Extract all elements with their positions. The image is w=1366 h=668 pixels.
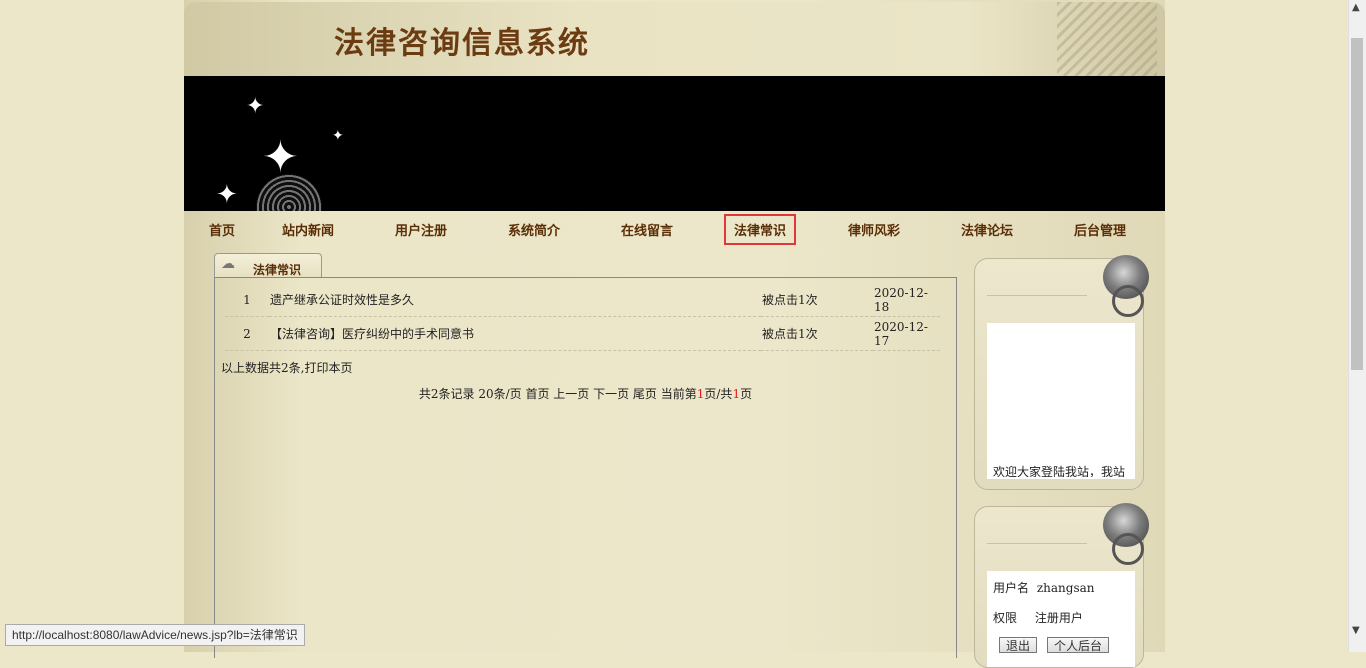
page-container: 法律咨询信息系统 ✦ ✦ ✦ ✦ 首页 站内新闻 用户注册 系统简介 在线留言 … — [184, 0, 1165, 668]
main-nav: 首页 站内新闻 用户注册 系统简介 在线留言 法律常识 律师风彩 法律论坛 后台… — [184, 214, 1165, 245]
publish-date: 2020-12-17 — [873, 316, 940, 351]
nav-admin[interactable]: 后台管理 — [1074, 220, 1126, 239]
username-label: 用户名 — [993, 581, 1030, 595]
section-tab: ☁ 法律常识 — [214, 253, 322, 278]
site-header: 法律咨询信息系统 — [184, 2, 1165, 76]
nav-legal-knowledge[interactable]: 法律常识 — [723, 214, 797, 245]
nav-lawyer-showcase[interactable]: 律师风彩 — [848, 220, 900, 239]
pager-text: 页 — [740, 387, 753, 401]
records-summary[interactable]: 以上数据共2条,打印本页 — [221, 359, 352, 376]
announcement-panel: 欢迎大家登陆我站，我站 — [974, 255, 1149, 490]
door-knocker-icon — [1103, 503, 1149, 565]
role-label: 权限 — [993, 611, 1018, 625]
pager-text: 页/共 — [704, 387, 733, 401]
nav-system-intro[interactable]: 系统简介 — [508, 220, 560, 239]
news-table: 1 遗产继承公证时效性是多久 被点击1次 2020-12-18 2 【法律咨询】… — [225, 283, 940, 351]
role-value: 注册用户 — [1034, 611, 1083, 625]
nav-home[interactable]: 首页 — [209, 220, 235, 239]
pager-text[interactable]: 共2条记录 20条/页 首页 上一页 下一页 尾页 当前第 — [419, 387, 697, 401]
pager-total-pages: 1 — [732, 387, 741, 401]
username-value: zhangsan — [1036, 581, 1095, 595]
news-title-link[interactable]: 【法律咨询】医疗纠纷中的手术同意书 — [269, 316, 761, 351]
nav-register[interactable]: 用户注册 — [395, 220, 447, 239]
status-bar-url: http://localhost:8080/lawAdvice/news.jsp… — [5, 624, 305, 646]
click-count: 被点击1次 — [761, 316, 873, 351]
announcement-text: 欢迎大家登陆我站，我站 — [993, 465, 1126, 477]
news-title-link[interactable]: 遗产继承公证时效性是多久 — [269, 283, 761, 317]
personal-backend-button[interactable]: 个人后台 — [1047, 637, 1110, 653]
scroll-down-icon[interactable]: ▼ — [1352, 625, 1360, 636]
banner-image: ✦ ✦ ✦ ✦ — [184, 76, 1165, 211]
nav-online-message[interactable]: 在线留言 — [621, 220, 673, 239]
sparkle-icon: ✦ — [216, 180, 238, 210]
vertical-scrollbar[interactable]: ▲ ▼ — [1348, 0, 1366, 652]
username-row: 用户名 zhangsan — [993, 579, 1095, 596]
section-tab-label: 法律常识 — [253, 263, 302, 277]
announcement-box: 欢迎大家登陆我站，我站 — [987, 323, 1135, 479]
door-knocker-icon — [1103, 255, 1149, 317]
scroll-up-icon[interactable]: ▲ — [1352, 2, 1360, 13]
divider — [987, 543, 1087, 544]
user-info-box: 用户名 zhangsan 权限 注册用户 退出 个人后台 — [987, 571, 1135, 667]
user-panel: 用户名 zhangsan 权限 注册用户 退出 个人后台 — [974, 503, 1149, 668]
scrollbar-thumb[interactable] — [1351, 38, 1363, 370]
publish-date: 2020-12-18 — [873, 283, 940, 317]
sparkle-icon: ✦ — [246, 94, 265, 119]
role-row: 权限 注册用户 — [993, 609, 1083, 626]
click-count: 被点击1次 — [761, 283, 873, 317]
nav-site-news[interactable]: 站内新闻 — [282, 220, 334, 239]
table-row: 1 遗产继承公证时效性是多久 被点击1次 2020-12-18 — [225, 283, 940, 317]
nav-law-forum[interactable]: 法律论坛 — [961, 220, 1013, 239]
header-decoration — [1057, 2, 1157, 76]
pagination[interactable]: 共2条记录 20条/页 首页 上一页 下一页 尾页 当前第1页/共1页 — [215, 385, 956, 402]
logout-button[interactable]: 退出 — [999, 637, 1038, 653]
site-title: 法律咨询信息系统 — [334, 26, 590, 61]
sparkle-icon: ✦ — [332, 128, 344, 144]
news-list-panel: 1 遗产继承公证时效性是多久 被点击1次 2020-12-18 2 【法律咨询】… — [214, 277, 957, 658]
cloud-icon: ☁ — [221, 256, 235, 272]
table-row: 2 【法律咨询】医疗纠纷中的手术同意书 被点击1次 2020-12-17 — [225, 316, 940, 351]
row-index: 2 — [225, 316, 269, 351]
divider — [987, 295, 1087, 296]
row-index: 1 — [225, 283, 269, 317]
